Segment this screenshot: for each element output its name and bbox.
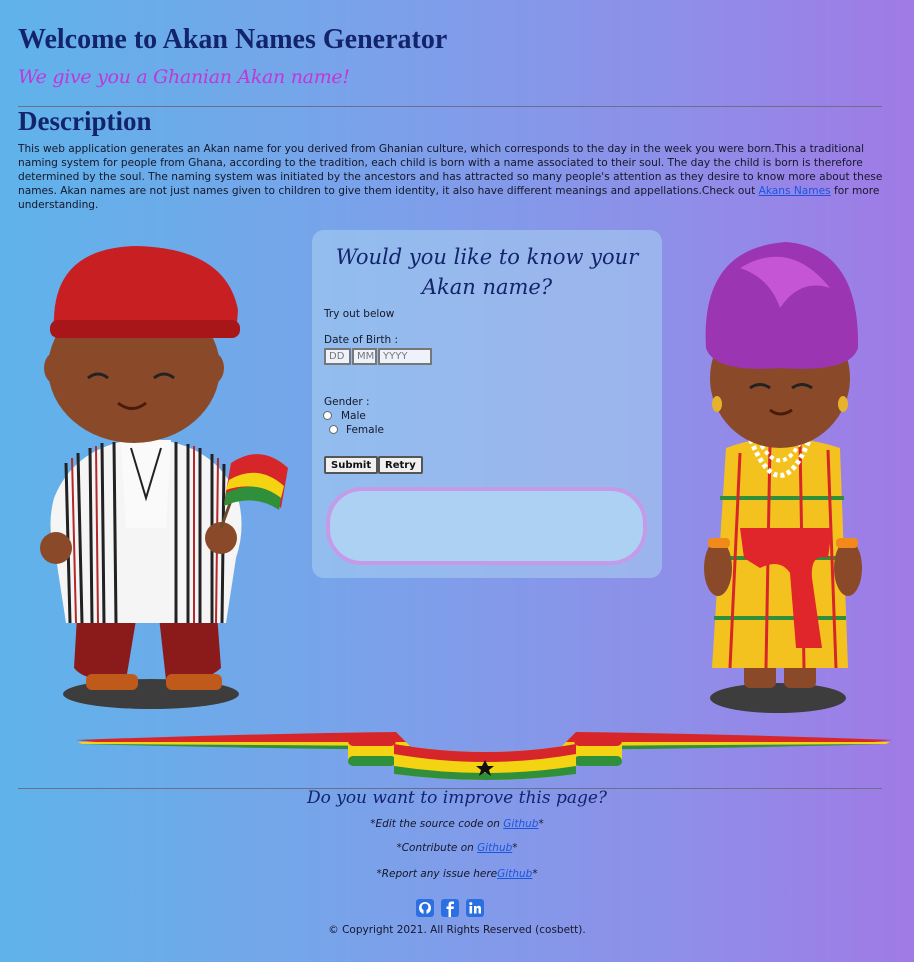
- year-input[interactable]: [378, 348, 432, 365]
- footer-contribute-line: *Contribute on Github*: [0, 842, 914, 854]
- description-heading: Description: [18, 106, 152, 136]
- footer-issue-text: *Report any issue here: [376, 868, 498, 880]
- gender-label: Gender :: [324, 396, 370, 408]
- month-input[interactable]: [352, 348, 377, 365]
- form-title: Would you like to know your Akan name?: [335, 245, 639, 299]
- footer-issue-suffix: *: [532, 868, 538, 880]
- female-label: Female: [346, 424, 384, 436]
- day-input[interactable]: [324, 348, 351, 365]
- submit-button[interactable]: Submit: [324, 456, 379, 474]
- github-issue-link[interactable]: Github: [497, 868, 532, 880]
- result-output: [326, 487, 647, 565]
- footer-contribute-suffix: *: [512, 842, 518, 854]
- retry-button[interactable]: Retry: [378, 456, 423, 474]
- male-label: Male: [341, 410, 366, 422]
- copyright: © Copyright 2021. All Rights Reserved (c…: [328, 924, 586, 936]
- footer-title: Do you want to improve this page?: [306, 788, 608, 808]
- dob-label: Date of Birth :: [324, 334, 398, 346]
- male-radio[interactable]: [323, 411, 332, 420]
- form-intro: Try out below: [324, 308, 395, 320]
- footer-edit-line: *Edit the source code on Github*: [0, 818, 914, 830]
- akan-names-link[interactable]: Akans Names: [759, 185, 831, 197]
- footer-contribute-text: *Contribute on: [396, 842, 478, 854]
- tagline: We give you a Ghanian Akan name!: [18, 66, 350, 88]
- facebook-icon[interactable]: [441, 899, 459, 917]
- girl-illustration: [704, 242, 862, 713]
- footer-issue-line: *Report any issue hereGithub*: [0, 868, 914, 880]
- footer-edit-suffix: *: [538, 818, 544, 830]
- boy-illustration: [40, 246, 288, 709]
- ghana-ribbon-decoration: [76, 732, 892, 780]
- linkedin-icon[interactable]: [466, 899, 484, 917]
- description-text: This web application generates an Akan n…: [18, 142, 884, 212]
- github-icon[interactable]: [416, 899, 434, 917]
- footer-edit-text: *Edit the source code on: [370, 818, 504, 830]
- description-body: This web application generates an Akan n…: [18, 143, 883, 197]
- github-edit-link[interactable]: Github: [503, 818, 538, 830]
- github-contribute-link[interactable]: Github: [477, 842, 512, 854]
- akan-form-card: Would you like to know your Akan name? T…: [312, 230, 662, 578]
- page-title: Welcome to Akan Names Generator: [18, 24, 448, 55]
- female-radio[interactable]: [329, 425, 338, 434]
